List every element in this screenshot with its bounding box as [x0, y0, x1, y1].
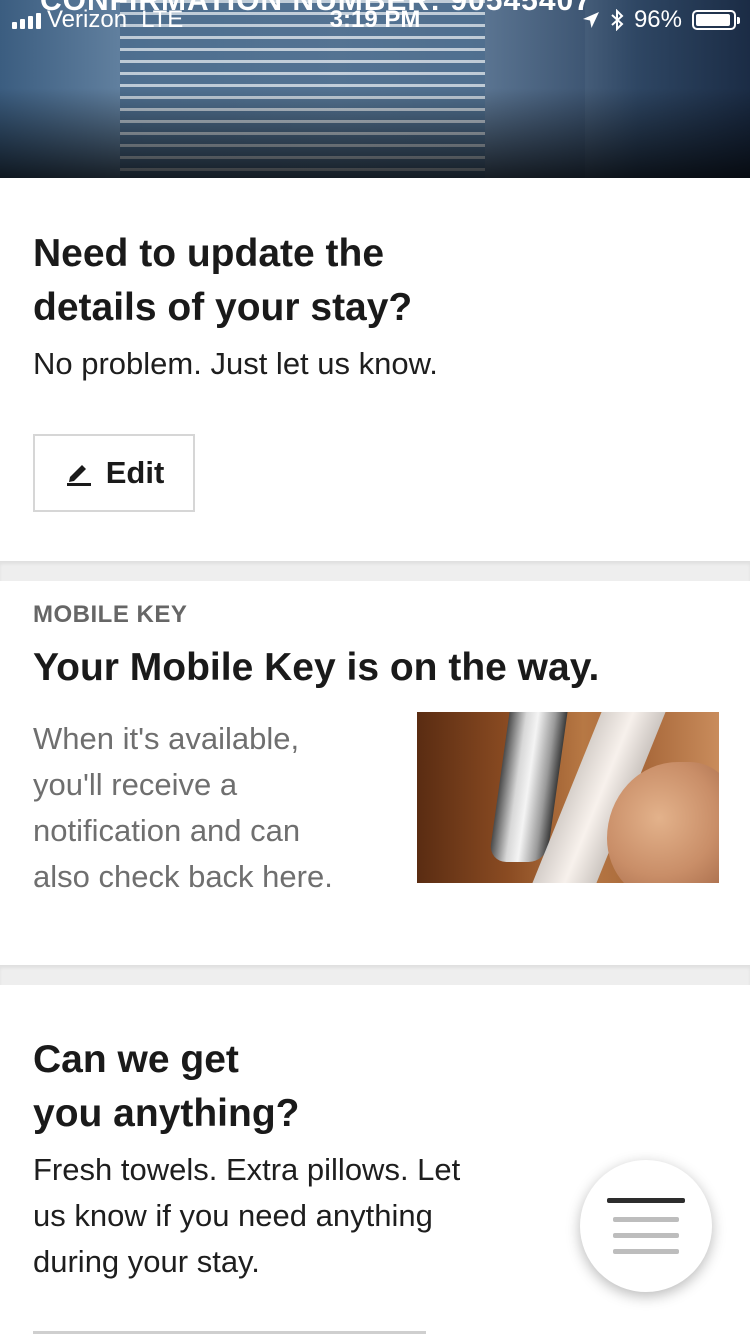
door-key-photo	[417, 712, 719, 883]
requests-body: Fresh towels. Extra pillows. Let us know…	[33, 1152, 461, 1279]
bluetooth-icon	[611, 9, 624, 31]
status-bar: Verizon LTE 3:19 PM 96%	[0, 0, 750, 40]
hero-banner: CONFIRMATION NUMBER: 90545407 Verizon LT…	[0, 0, 750, 178]
edit-button[interactable]: Edit	[33, 434, 195, 512]
battery-percent: 96%	[633, 6, 682, 33]
mobile-key-eyebrow: MOBILE KEY	[33, 601, 188, 628]
location-arrow-icon	[582, 12, 599, 28]
requests-title-line2: you anything?	[33, 1092, 300, 1135]
section-divider	[0, 965, 750, 985]
update-stay-subtitle: No problem. Just let us know.	[33, 346, 438, 381]
pencil-icon	[66, 465, 91, 486]
edit-label: Edit	[105, 455, 165, 490]
section-divider	[0, 561, 750, 581]
battery-icon	[692, 10, 740, 30]
menu-button[interactable]	[580, 1160, 712, 1292]
requests-title-line1: Can we get	[33, 1038, 239, 1081]
mobile-key-body: When it's available, you'll receive a no…	[33, 721, 333, 894]
update-stay-title-line1: Need to update the	[33, 232, 385, 275]
update-stay-title-line2: details of your stay?	[33, 286, 413, 329]
mobile-key-title: Your Mobile Key is on the way.	[33, 646, 600, 689]
